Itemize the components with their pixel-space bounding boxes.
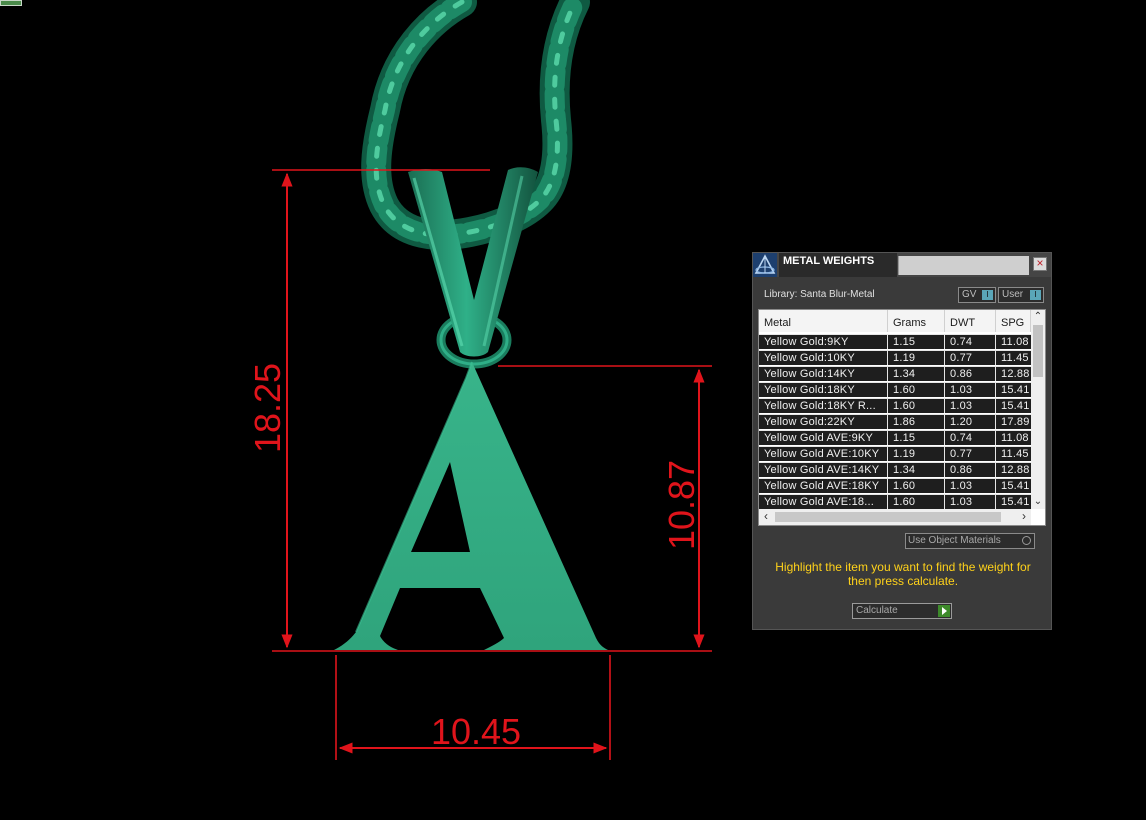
grams-cell: 1.60 <box>888 479 945 493</box>
spg-cell: 15.41 <box>1001 496 1030 508</box>
spg-cell: 11.08 <box>1001 432 1029 444</box>
table-row[interactable]: Yellow Gold:10KY 1.19 0.77 11.45 <box>759 350 1031 365</box>
calculate-button[interactable]: Calculate <box>852 603 952 619</box>
grams-cell: 1.15 <box>888 335 945 349</box>
user-toggle-label: User <box>1002 289 1024 300</box>
metal-cell: Yellow Gold:14KY <box>759 367 888 381</box>
panel-titlebar[interactable]: METAL WEIGHTS × <box>753 253 1051 277</box>
titlebar-fill <box>898 256 1029 275</box>
metal-cell: Yellow Gold:18KY R... <box>759 399 888 413</box>
vertical-scroll-thumb[interactable] <box>1033 325 1043 377</box>
spg-cell: 12.88 <box>1001 464 1030 476</box>
spg-cell: 12.88 <box>1001 368 1030 380</box>
dwt-cell: 0.74 <box>945 431 996 445</box>
column-header-dwt[interactable]: DWT <box>945 310 996 332</box>
column-header-metal[interactable]: Metal <box>759 310 888 332</box>
table-row[interactable]: Yellow Gold:14KY 1.34 0.86 12.88 <box>759 366 1031 381</box>
table-row[interactable]: Yellow Gold:9KY 1.15 0.74 11.08 <box>759 334 1031 349</box>
dwt-cell: 1.03 <box>945 495 996 509</box>
scroll-right-icon[interactable]: › <box>1017 509 1031 525</box>
grams-cell: 1.60 <box>888 383 945 397</box>
gv-toggle-label: GV <box>962 289 977 300</box>
spg-cell: 11.45 <box>1001 448 1029 460</box>
dwt-cell: 1.03 <box>945 479 996 493</box>
chain <box>361 0 590 250</box>
grams-cell: 1.60 <box>888 399 945 413</box>
radio-icon <box>1022 536 1031 545</box>
letter-height-label: 10.87 <box>661 460 702 550</box>
panel-title: METAL WEIGHTS <box>779 253 897 277</box>
use-object-materials-label: Use Object Materials <box>908 535 1001 546</box>
grams-cell: 1.60 <box>888 495 945 509</box>
spg-cell: 15.41 <box>1001 400 1030 412</box>
metal-weights-panel: METAL WEIGHTS × Library: Santa Blur-Meta… <box>752 252 1052 630</box>
calculate-label: Calculate <box>856 605 898 616</box>
metal-cell: Yellow Gold:18KY <box>759 383 888 397</box>
close-icon[interactable]: × <box>1033 257 1047 271</box>
dwt-cell: 0.77 <box>945 351 996 365</box>
dwt-cell: 0.77 <box>945 447 996 461</box>
vertical-scrollbar[interactable]: ⌃ ⌄ <box>1031 310 1045 509</box>
spg-cell: 17.89 <box>1001 416 1030 428</box>
grams-cell: 1.15 <box>888 431 945 445</box>
spg-cell: 15.41 <box>1001 384 1030 396</box>
width-label: 10.45 <box>431 711 521 752</box>
column-header-spg[interactable]: SPG <box>996 310 1031 332</box>
metal-cell: Yellow Gold:10KY <box>759 351 888 365</box>
metal-cell: Yellow Gold AVE:10KY <box>759 447 888 461</box>
table-row[interactable]: Yellow Gold AVE:18KY 1.60 1.03 15.41 <box>759 478 1031 493</box>
metal-cell: Yellow Gold AVE:18KY <box>759 479 888 493</box>
spg-cell: 15.41 <box>1001 480 1030 492</box>
grams-cell: 1.19 <box>888 447 945 461</box>
table-row[interactable]: Yellow Gold AVE:10KY 1.19 0.77 11.45 <box>759 446 1031 461</box>
table-row[interactable]: Yellow Gold:18KY 1.60 1.03 15.41 <box>759 382 1031 397</box>
grams-cell: 1.19 <box>888 351 945 365</box>
table-row[interactable]: Yellow Gold AVE:14KY 1.34 0.86 12.88 <box>759 462 1031 477</box>
gv-toggle[interactable]: GV I <box>958 287 996 303</box>
dwt-cell: 1.03 <box>945 399 996 413</box>
dwt-cell: 0.86 <box>945 367 996 381</box>
metal-cell: Yellow Gold AVE:18... <box>759 495 888 509</box>
horizontal-scrollbar[interactable]: ‹ › <box>759 509 1031 525</box>
instruction-text: Highlight the item you want to find the … <box>775 560 1031 588</box>
scroll-left-icon[interactable]: ‹ <box>759 509 773 525</box>
grams-cell: 1.86 <box>888 415 945 429</box>
metal-weights-table: Metal Grams DWT SPG Yellow Gold:9KY 1.15… <box>758 309 1046 526</box>
user-toggle[interactable]: User I <box>998 287 1044 303</box>
dwt-cell: 0.86 <box>945 463 996 477</box>
column-header-grams[interactable]: Grams <box>888 310 945 332</box>
metal-cell: Yellow Gold AVE:9KY <box>759 431 888 445</box>
scroll-down-icon[interactable]: ⌄ <box>1031 495 1045 509</box>
table-row[interactable]: Yellow Gold AVE:18... 1.60 1.03 15.41 <box>759 494 1031 509</box>
table-header: Metal Grams DWT SPG <box>759 310 1031 332</box>
table-row[interactable]: Yellow Gold:22KY 1.86 1.20 17.89 <box>759 414 1031 429</box>
table-row[interactable]: Yellow Gold AVE:9KY 1.15 0.74 11.08 <box>759 430 1031 445</box>
horizontal-scroll-thumb[interactable] <box>775 512 1001 522</box>
metal-cell: Yellow Gold AVE:14KY <box>759 463 888 477</box>
grams-cell: 1.34 <box>888 367 945 381</box>
pendant-bail <box>408 167 538 369</box>
total-height-label: 18.25 <box>247 363 288 453</box>
metal-cell: Yellow Gold:22KY <box>759 415 888 429</box>
dwt-cell: 0.74 <box>945 335 996 349</box>
dwt-cell: 1.20 <box>945 415 996 429</box>
table-row[interactable]: Yellow Gold:18KY R... 1.60 1.03 15.41 <box>759 398 1031 413</box>
pendant-letter-a <box>334 361 608 650</box>
spg-cell: 11.45 <box>1001 352 1029 364</box>
library-label: Library: Santa Blur-Metal <box>764 289 875 300</box>
grams-cell: 1.34 <box>888 463 945 477</box>
use-object-materials-option[interactable]: Use Object Materials <box>905 533 1035 549</box>
app-logo-icon <box>753 253 777 277</box>
scroll-up-icon[interactable]: ⌃ <box>1031 310 1045 324</box>
dwt-cell: 1.03 <box>945 383 996 397</box>
toggle-knob-icon: I <box>1030 290 1041 300</box>
play-arrow-icon <box>938 605 950 617</box>
metal-cell: Yellow Gold:9KY <box>759 335 888 349</box>
spg-cell: 11.08 <box>1001 336 1029 348</box>
toggle-knob-icon: I <box>982 290 993 300</box>
